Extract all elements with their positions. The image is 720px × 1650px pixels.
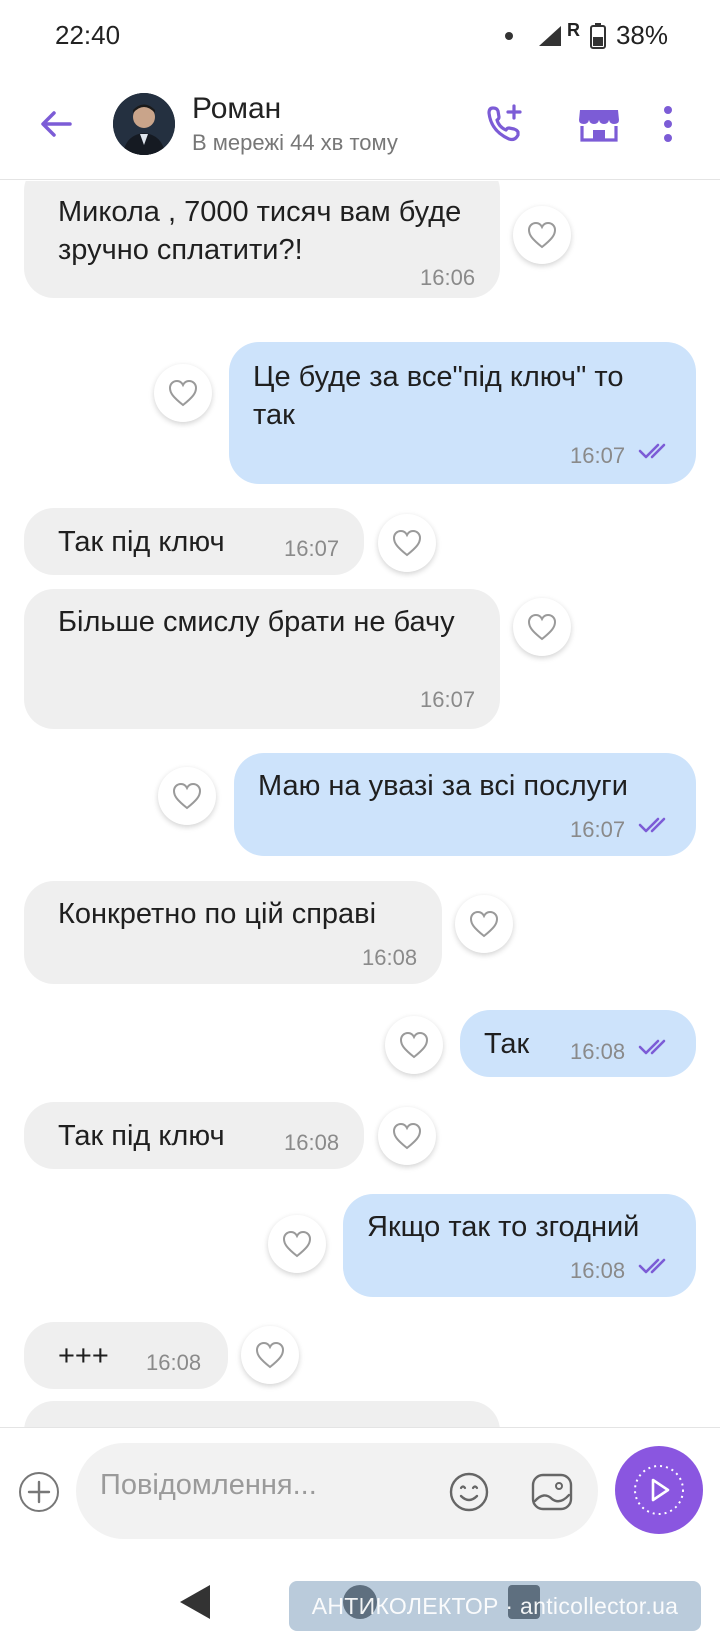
signal-icon [538, 25, 561, 46]
message-time: 16:08 [570, 1258, 626, 1283]
attach-plus-button[interactable] [19, 1472, 59, 1512]
heart-icon [469, 910, 499, 938]
status-bar: 22:40 R 38% [0, 0, 720, 72]
add-call-icon[interactable] [480, 100, 528, 148]
status-icons: R 38% [504, 20, 668, 51]
avatar[interactable] [113, 93, 175, 155]
incoming-message[interactable]: Так під ключ 16:07 [24, 508, 364, 575]
like-button[interactable] [268, 1215, 326, 1273]
incoming-message[interactable]: Більше смислу брати не бачу 16:07 [24, 589, 500, 729]
notification-dot-icon [504, 31, 513, 40]
like-button[interactable] [385, 1016, 443, 1074]
heart-icon [172, 782, 202, 810]
read-ticks-icon [638, 1258, 666, 1274]
message-time: 16:07 [570, 443, 626, 468]
heart-icon [168, 379, 198, 407]
message-text: Конкретно по цій справі [58, 898, 377, 930]
message-time: 16:08 [284, 1130, 340, 1155]
read-ticks-icon [638, 443, 666, 459]
message-text: Микола , 7000 тисяч вам буде зручно спла… [58, 196, 462, 266]
system-nav-bar: АНТИКОЛЕКТОР · anticollector.ua [0, 1541, 720, 1650]
send-button[interactable] [615, 1446, 703, 1534]
message-time: 16:07 [284, 536, 340, 561]
message-input[interactable] [100, 1469, 420, 1502]
back-arrow-icon[interactable] [36, 104, 76, 144]
heart-icon [392, 529, 422, 557]
contact-last-seen: В мережі 44 хв тому [192, 130, 398, 155]
like-button[interactable] [241, 1326, 299, 1384]
message-time: 16:08 [146, 1350, 202, 1375]
nav-back-icon[interactable] [178, 1583, 212, 1621]
incoming-message-partial[interactable] [24, 1401, 500, 1427]
avatar-image [113, 93, 175, 155]
message-time: 16:08 [570, 1039, 626, 1064]
like-button[interactable] [513, 598, 571, 656]
watermark: АНТИКОЛЕКТОР · anticollector.ua [289, 1581, 701, 1631]
heart-icon [399, 1031, 429, 1059]
battery-percent: 38% [615, 20, 668, 50]
like-button[interactable] [455, 895, 513, 953]
message-composer [0, 1427, 720, 1541]
heart-icon [255, 1341, 285, 1369]
heart-icon [527, 221, 557, 249]
message-list[interactable]: Микола , 7000 тисяч вам буде зручно спла… [0, 181, 720, 1427]
incoming-message[interactable]: Микола , 7000 тисяч вам буде зручно спла… [24, 181, 500, 298]
contact-name[interactable]: Роман [192, 92, 281, 126]
heart-icon [282, 1230, 312, 1258]
incoming-message[interactable]: +++ 16:08 [24, 1322, 228, 1389]
message-text: Так під ключ [58, 526, 225, 558]
heart-icon [527, 613, 557, 641]
message-time: 16:07 [570, 817, 626, 842]
message-text: Так під ключ [58, 1120, 225, 1152]
heart-icon [392, 1122, 422, 1150]
like-button[interactable] [378, 1107, 436, 1165]
message-input-container [76, 1443, 598, 1539]
battery-icon [589, 22, 606, 49]
store-icon[interactable] [575, 100, 623, 148]
gallery-icon[interactable] [530, 1471, 574, 1513]
status-time: 22:40 [55, 20, 121, 50]
message-time: 16:07 [420, 687, 476, 712]
like-button[interactable] [513, 206, 571, 264]
outgoing-message[interactable]: Якщо так то згодний 16:08 [343, 1194, 696, 1297]
emoji-icon[interactable] [448, 1471, 490, 1513]
message-time: 16:08 [362, 945, 418, 970]
roaming-indicator: R [566, 20, 580, 40]
message-text: Більше смислу брати не бачу [58, 606, 455, 638]
message-text: Це буде за все"під ключ" то так [253, 361, 624, 431]
message-text: +++ [58, 1340, 109, 1372]
chat-header: Роман В мережі 44 хв тому [0, 72, 720, 180]
plus-icon [27, 1480, 51, 1504]
message-text: Маю на увазі за всі послуги [258, 770, 628, 802]
read-ticks-icon [638, 817, 666, 833]
more-vert-icon[interactable] [656, 100, 680, 148]
outgoing-message[interactable]: Так 16:08 [460, 1010, 696, 1077]
like-button[interactable] [154, 364, 212, 422]
outgoing-message[interactable]: Маю на увазі за всі послуги 16:07 [234, 753, 696, 856]
like-button[interactable] [378, 514, 436, 572]
incoming-message[interactable]: Так під ключ 16:08 [24, 1102, 364, 1169]
incoming-message[interactable]: Конкретно по цій справі 16:08 [24, 881, 442, 984]
message-time: 16:06 [420, 265, 476, 290]
send-icon [634, 1465, 684, 1515]
outgoing-message[interactable]: Це буде за все"під ключ" то так 16:07 [229, 342, 696, 484]
like-button[interactable] [158, 767, 216, 825]
read-ticks-icon [638, 1039, 666, 1055]
message-text: Так [484, 1028, 530, 1060]
message-text: Якщо так то згодний [367, 1211, 640, 1243]
